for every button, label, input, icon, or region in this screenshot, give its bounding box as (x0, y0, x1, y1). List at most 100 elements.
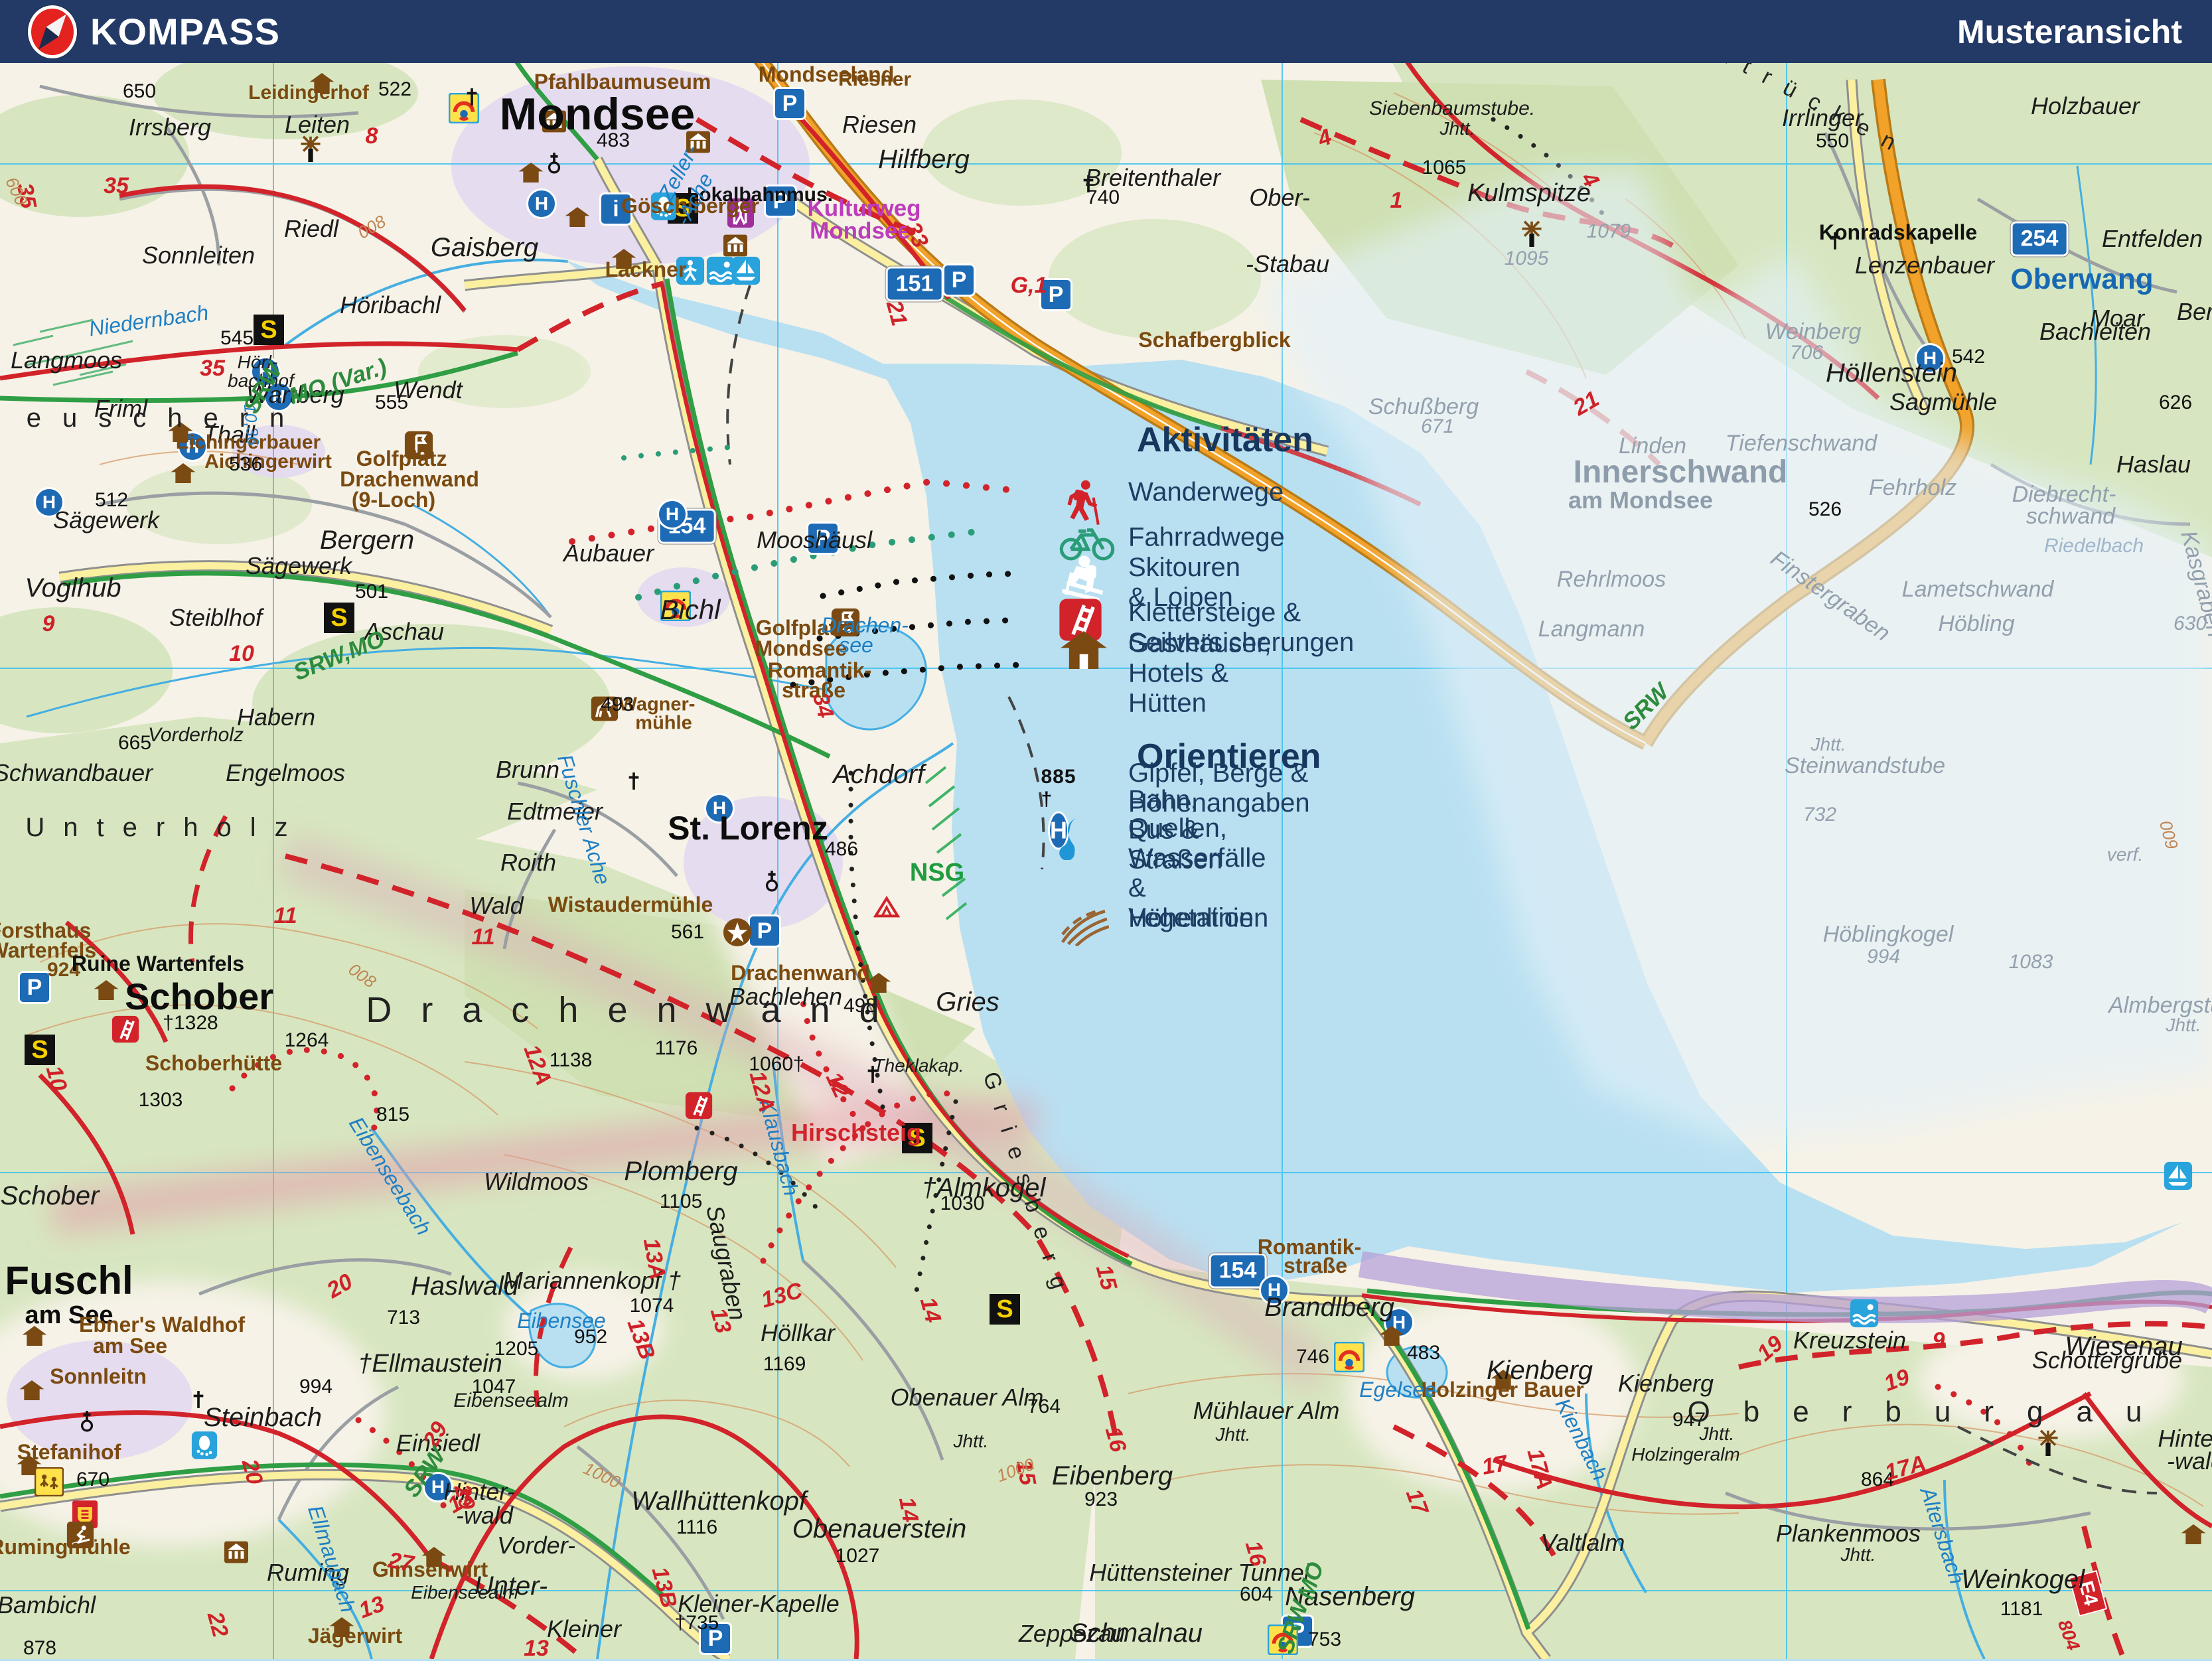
map-label: Holzbauer (2031, 94, 2140, 118)
map-label: 9 (1933, 1329, 1945, 1352)
map-label: Diebrecht- (2012, 483, 2116, 506)
map-label: 1047 (472, 1377, 516, 1397)
map-label: Langmann (1538, 618, 1645, 640)
map-label: Gaisberg (431, 234, 538, 261)
map-label: Lametschwand (1902, 578, 2054, 601)
map-label: Drachenwand (366, 992, 908, 1028)
map-label: Ruine Wartenfels (72, 953, 244, 974)
map-label: Fuschl (5, 1261, 133, 1301)
map-label: Mondsee (810, 220, 911, 243)
map-label: Hüttensteiner Tunnel (1089, 1561, 1309, 1585)
map-label: Irrsberg (129, 115, 211, 139)
map-label: Höbling (1938, 613, 2014, 635)
map-label: see (839, 634, 873, 656)
map-label: Habern (237, 705, 315, 729)
map-label: 11 (273, 904, 297, 927)
map-label: Kreuzstein (1793, 1329, 1906, 1352)
map-label: 1105 (660, 1192, 703, 1212)
legend-item-label: Gasthäuser, Hotels & Hütten (1128, 629, 1272, 719)
map-label: Berg (2177, 300, 2212, 324)
map-label: Drachenwand (340, 469, 479, 490)
map-label: NSG (910, 860, 964, 885)
map-label: 35 (104, 175, 129, 197)
map-label: 27 (386, 1549, 415, 1575)
map-label: Konradskapelle (1819, 222, 1977, 243)
map-label: 8 (366, 125, 378, 147)
map-canvas: {"":""} 151154154254E4SSSSSSP (0, 0, 2212, 1659)
road-shield: 151 (886, 267, 944, 302)
map-label: Engelmoos (226, 761, 345, 785)
map-label: Obenauer Alm (891, 1386, 1044, 1409)
map-label: 1079 (1587, 222, 1631, 242)
hut-badge: S (25, 1035, 55, 1065)
map-label: euschern (27, 405, 306, 431)
parking-icon: P (942, 263, 976, 297)
bus-stop-icon: H (526, 188, 557, 219)
map-label: Sonnleitn (50, 1366, 147, 1387)
map-label: Aichingerwirt (204, 452, 332, 472)
kompass-logo-icon (28, 5, 77, 58)
map-label: †735 (675, 1613, 719, 1633)
map-label: Haslau (2116, 453, 2191, 476)
map-label: 665 (118, 733, 151, 753)
map-label: 493 (601, 695, 634, 715)
map-label: 512 (95, 490, 128, 510)
map-label: Schober (1, 1183, 100, 1209)
map-label: 545 (220, 328, 254, 348)
map-label: Unterholz (25, 814, 306, 841)
map-label: Kulmspitze (1467, 181, 1591, 206)
map-label: Haslwald (411, 1273, 518, 1299)
map-label: 706 (1790, 343, 1823, 363)
map-label: Riedelbach (2044, 536, 2144, 556)
map-label: Ober- (1249, 186, 1309, 210)
map-label: mühle (635, 714, 692, 733)
road-shield: 254 (2011, 222, 2069, 257)
map-label: Eibenberg (1052, 1463, 1173, 1489)
map-label: Wildmoos (484, 1170, 589, 1194)
map-label: Jhtt. (1841, 1546, 1876, 1564)
map-label: Zeppezau (1019, 1622, 1125, 1646)
map-label: 604 (1240, 1585, 1273, 1605)
map-label: Wald (469, 894, 523, 918)
legend-item-label: Fahrradwege (1128, 523, 1285, 553)
map-label: Riedl (284, 217, 338, 241)
map-label: 626 (2159, 393, 2192, 413)
map-label: Lackner (605, 259, 687, 280)
map-label: 732 (1803, 805, 1836, 825)
map-label: Schwandbauer (0, 761, 153, 785)
map-label: Almbergstube (2108, 994, 2212, 1017)
map-label: Schafbergblick (1138, 329, 1290, 350)
map-label: Kienberg (1618, 1372, 1714, 1396)
map-label: Bergern (320, 527, 414, 553)
map-label: Mooshäusl (757, 528, 872, 552)
map-label: Jhtt. (1216, 1425, 1251, 1444)
legend-item-label: Wanderwege (1128, 478, 1284, 508)
map-label: 753 (1308, 1630, 1341, 1650)
map-label: Schoberhütte (145, 1052, 282, 1074)
map-label: 35 (200, 357, 225, 380)
map-label: Aubauer (563, 542, 654, 565)
map-label: am See (93, 1335, 167, 1356)
map-label: †Ellmaustein (358, 1351, 502, 1376)
map-label: 713 (387, 1308, 420, 1328)
map-label: Vorderholz (148, 725, 244, 745)
map-label: Roith (500, 851, 556, 875)
map-label: 526 (1808, 500, 1842, 520)
map-label: G,1 (1011, 274, 1047, 297)
map-label: Entfelden (2102, 227, 2203, 251)
legend-item: Fahrradwege (1128, 523, 1285, 553)
map-label: -Stabau (1246, 252, 1329, 276)
map-label: Plomberg (624, 1158, 737, 1185)
parking-icon: P (748, 914, 781, 948)
map-label: 486 (825, 839, 858, 859)
map-label: Golfplatz (356, 448, 447, 469)
bus-stop-icon: H (657, 499, 688, 530)
map-label: Theklakap. (873, 1056, 964, 1075)
hut-badge: S (254, 315, 284, 345)
brand-name: KOMPASS (90, 10, 280, 53)
map-label: 670 (76, 1470, 110, 1490)
map-label: 1027 (836, 1546, 880, 1566)
parking-icon: P (773, 87, 806, 120)
map-label: 994 (1867, 947, 1900, 967)
map-label: Steinwandstube (1785, 755, 1945, 777)
